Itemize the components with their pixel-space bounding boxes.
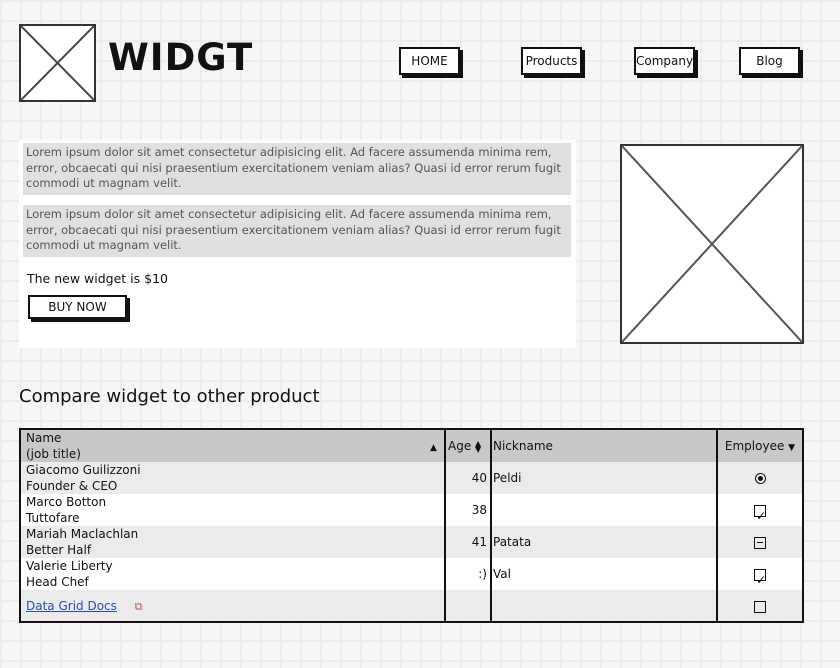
docs-link-cell: Data Grid Docs ⧉ [26, 590, 444, 622]
image-placeholder-icon [21, 26, 94, 100]
price-text: The new widget is $10 [27, 271, 168, 286]
age-cell: 41 [471, 535, 487, 549]
nickname-cell [493, 494, 713, 526]
checkbox[interactable] [754, 600, 766, 613]
name-cell: Mariah Maclachlan Better Half [26, 526, 444, 558]
nickname-cell: Peldi [493, 471, 522, 485]
employee-cell [718, 558, 802, 596]
brand-title: WIDGT [108, 36, 254, 79]
data-grid-docs-link[interactable]: Data Grid Docs [26, 599, 117, 613]
person-name: Marco Botton [26, 495, 107, 509]
person-title: Better Half [26, 542, 92, 557]
column-header-employee[interactable]: Employee ▼ [718, 430, 802, 462]
table-footer-row: Data Grid Docs ⧉ [21, 590, 802, 622]
column-header-age[interactable]: Age ▲ ▼ [445, 430, 489, 462]
intro-paragraph-1: Lorem ipsum dolor sit amet consectetur a… [23, 143, 571, 195]
column-header-name[interactable]: Name (job title) [26, 430, 444, 462]
person-title: Tuttofare [26, 510, 80, 525]
table-row[interactable]: Valerie Liberty Head Chef :) Val [21, 558, 802, 596]
checkbox[interactable] [754, 500, 766, 532]
data-grid: Name (job title) ▲ Age ▲ ▼ Nickname Emplo… [19, 428, 804, 623]
nav-company-button[interactable]: Company [634, 47, 695, 75]
employee-cell [718, 590, 802, 621]
nav-home-button[interactable]: HOME [399, 47, 460, 75]
age-cell: :) [478, 567, 487, 581]
name-cell: Marco Botton Tuttofare [26, 494, 444, 526]
person-title: Head Chef [26, 574, 89, 589]
nickname-cell: Patata [493, 535, 532, 549]
nav-products-button[interactable]: Products [521, 47, 582, 75]
column-divider [444, 430, 446, 621]
column-divider [716, 430, 718, 621]
person-title: Founder & CEO [26, 478, 118, 493]
logo-image [19, 24, 96, 102]
employee-cell [718, 526, 802, 558]
intro-paragraph-2: Lorem ipsum dolor sit amet consectetur a… [23, 205, 571, 257]
age-cell: 40 [471, 471, 487, 485]
column-divider [490, 430, 492, 621]
nickname-cell: Val [493, 567, 511, 581]
content-panel: Lorem ipsum dolor sit amet consectetur a… [19, 140, 576, 348]
nav-blog-button[interactable]: Blog [739, 47, 800, 75]
sort-ascending-icon[interactable]: ▲ [430, 443, 437, 453]
person-name: Giacomo Guilizzoni [26, 463, 141, 477]
chevron-down-icon[interactable]: ▼ [788, 443, 795, 453]
table-row[interactable]: Giacomo Guilizzoni Founder & CEO 40 Peld… [21, 462, 802, 494]
column-header-name-sublabel: (job title) [26, 446, 81, 461]
product-image [620, 144, 804, 344]
column-header-age-label: Age [448, 439, 472, 453]
age-cell: 38 [471, 503, 487, 517]
table-row[interactable]: Mariah Maclachlan Better Half 41 Patata [21, 526, 802, 558]
column-header-name-label: Name [26, 431, 62, 445]
employee-cell [718, 494, 802, 532]
person-name: Valerie Liberty [26, 559, 113, 573]
compare-heading: Compare widget to other product [19, 386, 320, 407]
table-row[interactable]: Marco Botton Tuttofare 38 [21, 494, 802, 532]
employee-cell [718, 462, 802, 494]
person-name: Mariah Maclachlan [26, 527, 139, 541]
sort-toggle-icon[interactable]: ▲ ▼ [475, 439, 481, 453]
column-header-nickname[interactable]: Nickname [493, 430, 713, 462]
external-link-icon[interactable]: ⧉ [135, 591, 143, 622]
checkbox[interactable] [754, 536, 766, 549]
grid-header-row: Name (job title) ▲ Age ▲ ▼ Nickname Emplo… [21, 430, 802, 462]
buy-now-button[interactable]: BUY NOW [28, 295, 127, 319]
image-placeholder-icon [622, 146, 802, 342]
checkbox[interactable] [754, 564, 766, 596]
name-cell: Valerie Liberty Head Chef [26, 558, 444, 590]
column-header-employee-label: Employee [724, 439, 785, 453]
radio-button[interactable] [754, 473, 766, 484]
name-cell: Giacomo Guilizzoni Founder & CEO [26, 462, 444, 494]
